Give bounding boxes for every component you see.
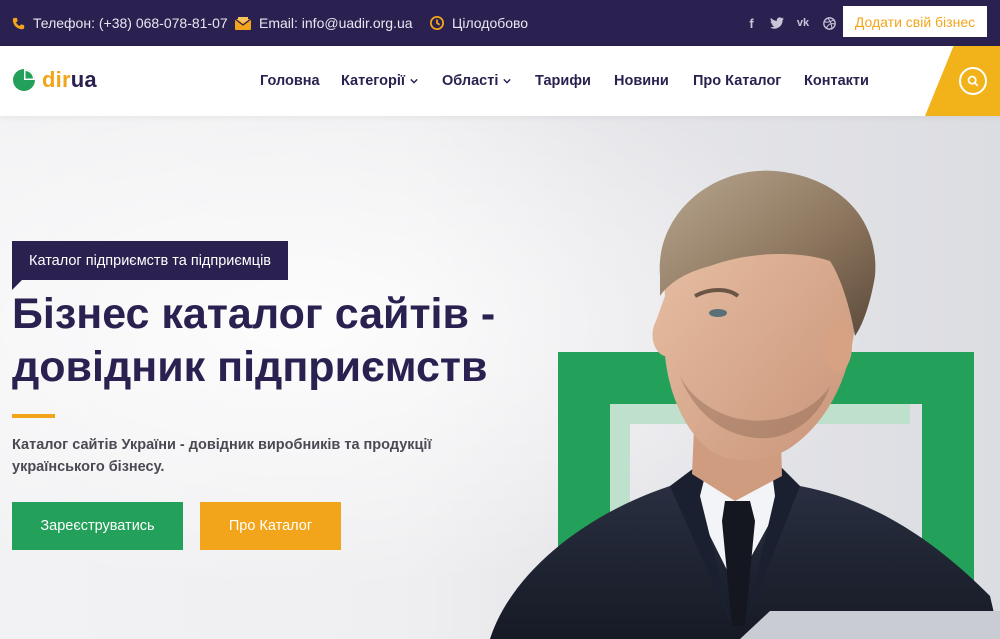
nav-news[interactable]: Новини <box>614 46 669 116</box>
hero-badge: Каталог підприємств та підприємців <box>12 241 288 290</box>
nav-regions[interactable]: Області <box>442 46 512 116</box>
main-navbar: dirua Головна Категорії Області Тарифи Н… <box>0 46 1000 116</box>
phone-contact[interactable]: Телефон: (+38) 068-078-81-07 <box>12 0 228 46</box>
email-text: Email: info@uadir.org.ua <box>259 15 413 31</box>
logo-icon <box>13 69 35 91</box>
search-icon <box>967 75 979 87</box>
working-hours: Цілодобово <box>430 0 528 46</box>
register-button[interactable]: Зареєструватись <box>12 502 183 550</box>
hero-subtitle: Каталог сайтів України - довідник виробн… <box>12 437 432 475</box>
nav-home[interactable]: Головна <box>260 46 320 116</box>
clock-icon <box>430 16 444 30</box>
nav-categories[interactable]: Категорії <box>341 46 418 116</box>
top-bar: Телефон: (+38) 068-078-81-07 Email: info… <box>0 0 1000 46</box>
hours-text: Цілодобово <box>452 15 529 31</box>
social-links: f vk <box>744 0 837 46</box>
hero-section: Каталог підприємств та підприємців Бізне… <box>0 116 1000 639</box>
site-logo[interactable]: dirua <box>12 67 97 93</box>
phone-text: Телефон: (+38) 068-078-81-07 <box>33 15 228 31</box>
nav-pricing[interactable]: Тарифи <box>535 46 591 116</box>
vk-icon[interactable]: vk <box>794 16 812 31</box>
hero-title: Бізнес каталог сайтів - довідник підприє… <box>12 290 496 391</box>
nav-contacts[interactable]: Контакти <box>804 46 869 116</box>
envelope-icon <box>235 16 251 30</box>
dribbble-icon[interactable] <box>822 16 837 31</box>
chevron-down-icon <box>410 78 418 84</box>
nav-about[interactable]: Про Каталог <box>693 46 781 116</box>
about-catalog-button[interactable]: Про Каталог <box>200 502 341 550</box>
facebook-icon[interactable]: f <box>744 16 759 31</box>
hero-person-image <box>490 170 1000 639</box>
twitter-icon[interactable] <box>769 16 784 31</box>
logo-text: dirua <box>42 67 97 92</box>
chevron-down-icon <box>503 78 512 84</box>
phone-icon <box>12 17 25 30</box>
title-underline <box>12 414 55 418</box>
email-contact[interactable]: Email: info@uadir.org.ua <box>235 0 413 46</box>
add-business-button[interactable]: Додати свій бізнес <box>843 6 987 37</box>
search-button[interactable] <box>959 67 987 95</box>
